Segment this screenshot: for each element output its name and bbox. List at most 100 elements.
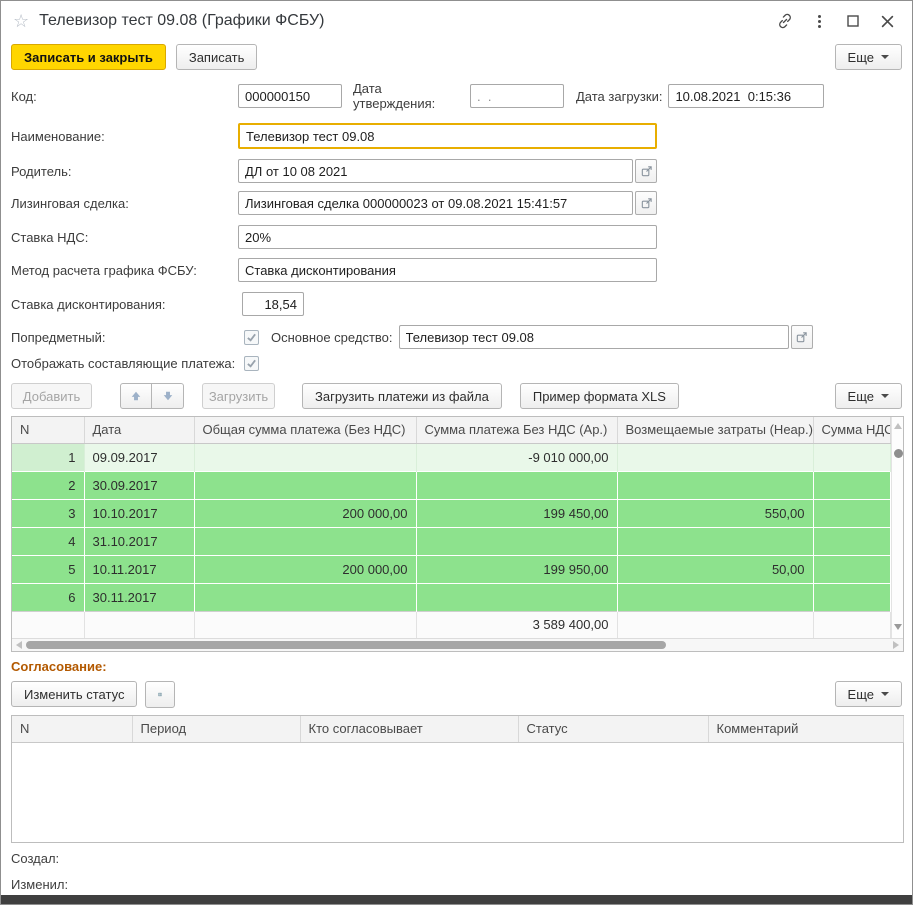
- scroll-down-icon[interactable]: [894, 624, 902, 630]
- fixed-asset-open-button[interactable]: [791, 325, 813, 349]
- xls-sample-button[interactable]: Пример формата XLS: [520, 383, 679, 409]
- cell-n[interactable]: 3: [12, 499, 84, 527]
- titlebar: ☆ Телевизор тест 09.08 (Графики ФСБУ): [1, 1, 912, 41]
- cell-reimbursable[interactable]: 50,00: [617, 555, 813, 583]
- cell-reimbursable[interactable]: [617, 471, 813, 499]
- more-button-approval[interactable]: Еще: [835, 681, 902, 707]
- show-components-checkbox[interactable]: [244, 356, 259, 371]
- load-from-file-button[interactable]: Загрузить платежи из файла: [302, 383, 502, 409]
- load-button[interactable]: Загрузить: [202, 383, 275, 409]
- cell-date[interactable]: 30.09.2017: [84, 471, 194, 499]
- cell-date[interactable]: 10.10.2017: [84, 499, 194, 527]
- status-list-icon-button[interactable]: [145, 681, 175, 708]
- scroll-right-icon[interactable]: [893, 641, 899, 649]
- cell-total_no_vat[interactable]: [194, 583, 416, 611]
- cell-vat[interactable]: [813, 583, 890, 611]
- cell-amount_no_vat[interactable]: 199 950,00: [416, 555, 617, 583]
- payments-row[interactable]: 310.10.2017200 000,00199 450,00550,00: [12, 499, 890, 527]
- add-row-button[interactable]: Добавить: [11, 383, 92, 409]
- cell-vat[interactable]: [813, 499, 890, 527]
- maximize-icon[interactable]: [842, 10, 864, 32]
- parent-input[interactable]: [238, 159, 633, 183]
- save-and-close-button[interactable]: Записать и закрыть: [11, 44, 166, 70]
- cell-total_no_vat[interactable]: 200 000,00: [194, 555, 416, 583]
- cell-amount_no_vat[interactable]: [416, 527, 617, 555]
- cell-reimbursable[interactable]: 550,00: [617, 499, 813, 527]
- leasing-deal-input[interactable]: [238, 191, 633, 215]
- cell-amount_no_vat[interactable]: [416, 471, 617, 499]
- change-status-button[interactable]: Изменить статус: [11, 681, 137, 707]
- cell-n[interactable]: 5: [12, 555, 84, 583]
- column-header[interactable]: Комментарий: [708, 716, 903, 742]
- cell-reimbursable[interactable]: [617, 443, 813, 471]
- vertical-scrollbar[interactable]: [891, 417, 904, 638]
- cell-vat[interactable]: [813, 527, 890, 555]
- vertical-scroll-thumb[interactable]: [894, 449, 903, 458]
- cell-n[interactable]: 6: [12, 583, 84, 611]
- payments-row[interactable]: 630.11.2017: [12, 583, 890, 611]
- vat-rate-input[interactable]: [238, 225, 657, 249]
- more-button-payments[interactable]: Еще: [835, 383, 902, 409]
- column-header[interactable]: Дата: [84, 417, 194, 443]
- cell-vat[interactable]: [813, 555, 890, 583]
- approval-date-input[interactable]: [470, 84, 564, 108]
- cell-total_no_vat[interactable]: [194, 471, 416, 499]
- cell-vat[interactable]: [813, 471, 890, 499]
- link-icon[interactable]: [774, 10, 796, 32]
- column-header[interactable]: Возмещаемые затраты (Неар.): [617, 417, 813, 443]
- column-header[interactable]: Общая сумма платежа (Без НДС): [194, 417, 416, 443]
- cell-n[interactable]: 4: [12, 527, 84, 555]
- horizontal-scroll-thumb[interactable]: [26, 641, 666, 649]
- cell-date[interactable]: 10.11.2017: [84, 555, 194, 583]
- cell-n[interactable]: 2: [12, 471, 84, 499]
- load-date-input[interactable]: [668, 84, 824, 108]
- cell-date[interactable]: 31.10.2017: [84, 527, 194, 555]
- column-header[interactable]: Статус: [518, 716, 708, 742]
- more-button-top[interactable]: Еще: [835, 44, 902, 70]
- name-input[interactable]: [238, 123, 657, 149]
- more-menu-icon[interactable]: [808, 10, 830, 32]
- chevron-down-icon: [881, 55, 889, 59]
- cell-vat[interactable]: [813, 443, 890, 471]
- cell-date[interactable]: 09.09.2017: [84, 443, 194, 471]
- cell-total_no_vat[interactable]: 200 000,00: [194, 499, 416, 527]
- payments-row[interactable]: 109.09.2017 -9 010 000,00: [12, 443, 890, 471]
- column-header[interactable]: Сумма платежа Без НДС (Ар.): [416, 417, 617, 443]
- leasing-deal-open-button[interactable]: [635, 191, 657, 215]
- fixed-asset-input[interactable]: [399, 325, 789, 349]
- code-input[interactable]: [238, 84, 342, 108]
- cell-amount_no_vat[interactable]: 199 450,00: [416, 499, 617, 527]
- cell-amount_no_vat[interactable]: -9 010 000,00: [416, 443, 617, 471]
- move-up-button[interactable]: [120, 383, 152, 409]
- cell-reimbursable[interactable]: [617, 583, 813, 611]
- column-header[interactable]: Кто согласовывает: [300, 716, 518, 742]
- horizontal-scrollbar[interactable]: [12, 638, 903, 651]
- parent-open-button[interactable]: [635, 159, 657, 183]
- cell-reimbursable[interactable]: [617, 527, 813, 555]
- move-down-button[interactable]: [152, 383, 184, 409]
- calc-method-input[interactable]: [238, 258, 657, 282]
- cell-n[interactable]: 1: [12, 443, 84, 471]
- cell-total_no_vat[interactable]: [194, 527, 416, 555]
- scroll-left-icon[interactable]: [16, 641, 22, 649]
- payments-row[interactable]: 230.09.2017: [12, 471, 890, 499]
- cell-total_no_vat[interactable]: [194, 443, 416, 471]
- column-header[interactable]: Период: [132, 716, 300, 742]
- cell-amount_no_vat[interactable]: [416, 583, 617, 611]
- cell-date[interactable]: 30.11.2017: [84, 583, 194, 611]
- scroll-up-icon[interactable]: [894, 423, 902, 429]
- payments-row[interactable]: 510.11.2017200 000,00199 950,0050,00: [12, 555, 890, 583]
- column-header[interactable]: Сумма НДС: [813, 417, 890, 443]
- per-item-label: Попредметный:: [11, 330, 238, 345]
- favorite-star-icon[interactable]: ☆: [13, 12, 29, 30]
- window-bottom-edge: [1, 895, 912, 904]
- discount-rate-input[interactable]: [242, 292, 304, 316]
- column-header[interactable]: N: [12, 716, 132, 742]
- column-header[interactable]: N: [12, 417, 84, 443]
- payments-row[interactable]: 431.10.2017: [12, 527, 890, 555]
- close-icon[interactable]: [876, 10, 898, 32]
- approval-empty-body[interactable]: [12, 742, 903, 842]
- save-button[interactable]: Записать: [176, 44, 258, 70]
- fixed-asset-label: Основное средство:: [271, 330, 393, 345]
- per-item-checkbox[interactable]: [244, 330, 259, 345]
